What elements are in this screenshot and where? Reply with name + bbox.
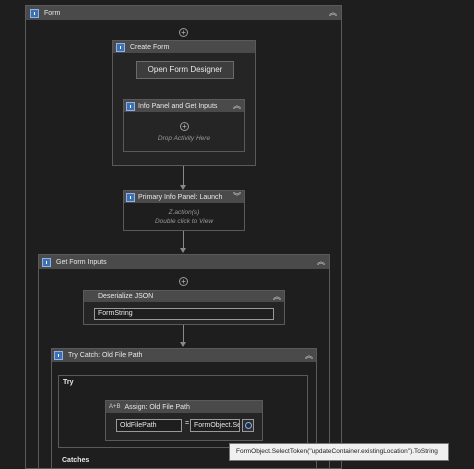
primary-panel-header[interactable]: Primary Info Panel: Launch ︾ [124, 191, 244, 203]
connector-line [183, 231, 184, 249]
deserialize-header[interactable]: Deserialize JSON ︽ [84, 291, 284, 302]
chevron-double-up-icon[interactable]: ︽ [273, 291, 281, 302]
sequence-icon [42, 257, 51, 267]
chevron-double-up-icon[interactable]: ︽ [305, 349, 313, 362]
assign-icon: A+B [109, 404, 121, 410]
get-inputs-header[interactable]: Get Form Inputs ︽ [39, 255, 329, 269]
info-panel-header[interactable]: Info Panel and Get Inputs ︽ [124, 100, 244, 112]
chevron-double-up-icon[interactable]: ︽ [317, 255, 325, 269]
create-form-activity[interactable]: Create Form Open Form Designer Info Pane… [112, 40, 256, 166]
form-title: Form [44, 9, 61, 17]
expression-tooltip: FormObject.SelectToken("updateContainer.… [229, 443, 449, 461]
open-form-designer-button[interactable]: Open Form Designer [136, 61, 234, 79]
try-label: Try [63, 379, 74, 386]
add-activity-icon[interactable]: + [179, 28, 188, 37]
assign-value-field[interactable]: FormObject.Se [190, 419, 240, 432]
expression-editor-icon[interactable] [242, 419, 254, 432]
deserialize-json-activity[interactable]: Deserialize JSON ︽ FormString [83, 290, 285, 325]
assign-activity[interactable]: A+B Assign: Old File Path OldFilePath = … [105, 400, 263, 441]
add-activity-icon[interactable]: + [180, 122, 189, 131]
chevron-double-up-icon[interactable]: ︽ [329, 6, 337, 20]
create-form-title: Create Form [130, 43, 170, 51]
chevron-double-down-icon[interactable]: ︾ [233, 191, 241, 203]
get-inputs-title: Get Form Inputs [56, 258, 107, 266]
info-panel-activity[interactable]: Info Panel and Get Inputs ︽ + Drop Activ… [123, 99, 245, 152]
chevron-double-up-icon[interactable]: ︽ [233, 100, 241, 112]
assign-to-field[interactable]: OldFilePath [116, 419, 182, 432]
primary-info-panel-activity[interactable]: Primary Info Panel: Launch ︾ Z.action(s)… [123, 190, 245, 231]
try-catch-icon [54, 351, 63, 360]
try-catch-title: Try Catch: Old File Path [68, 352, 143, 359]
deserialize-title: Deserialize JSON [98, 293, 154, 300]
sequence-icon [30, 8, 39, 18]
catches-label: Catches [62, 457, 90, 464]
connector-line [183, 325, 184, 343]
info-panel-icon [126, 192, 135, 202]
create-form-header[interactable]: Create Form [113, 41, 255, 53]
form-header[interactable]: Form ︽ [26, 6, 341, 20]
json-string-input[interactable]: FormString [94, 308, 274, 320]
actions-count: Z.action(s) [168, 209, 200, 216]
form-icon [116, 42, 125, 52]
assign-equals: = [185, 420, 190, 427]
double-click-hint: Double click to View [154, 218, 214, 225]
assign-header[interactable]: A+B Assign: Old File Path [106, 401, 262, 413]
connector-line [183, 166, 184, 186]
connector-arrow [180, 342, 186, 347]
info-panel-icon [126, 101, 135, 111]
info-panel-title: Info Panel and Get Inputs [138, 102, 218, 110]
add-activity-icon[interactable]: + [179, 277, 188, 286]
try-catch-header[interactable]: Try Catch: Old File Path ︽ [52, 349, 316, 362]
connector-arrow [180, 248, 186, 253]
drop-activity-hint: Drop Activity Here [157, 135, 211, 142]
primary-panel-title: Primary Info Panel: Launch [138, 193, 223, 201]
assign-title: Assign: Old File Path [124, 403, 190, 411]
